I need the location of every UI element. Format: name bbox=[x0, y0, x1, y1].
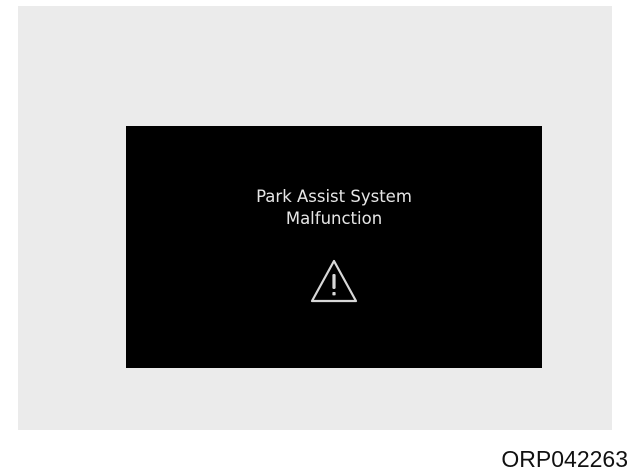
cluster-display: Park Assist System Malfunction bbox=[126, 126, 542, 368]
figure-code-label: ORP042263 bbox=[501, 446, 628, 472]
message-line-1: Park Assist System bbox=[256, 187, 412, 206]
illustration-panel: Park Assist System Malfunction bbox=[18, 6, 612, 430]
warning-triangle-icon bbox=[310, 259, 358, 303]
warning-message: Park Assist System Malfunction bbox=[126, 186, 542, 230]
message-line-2: Malfunction bbox=[285, 209, 383, 228]
